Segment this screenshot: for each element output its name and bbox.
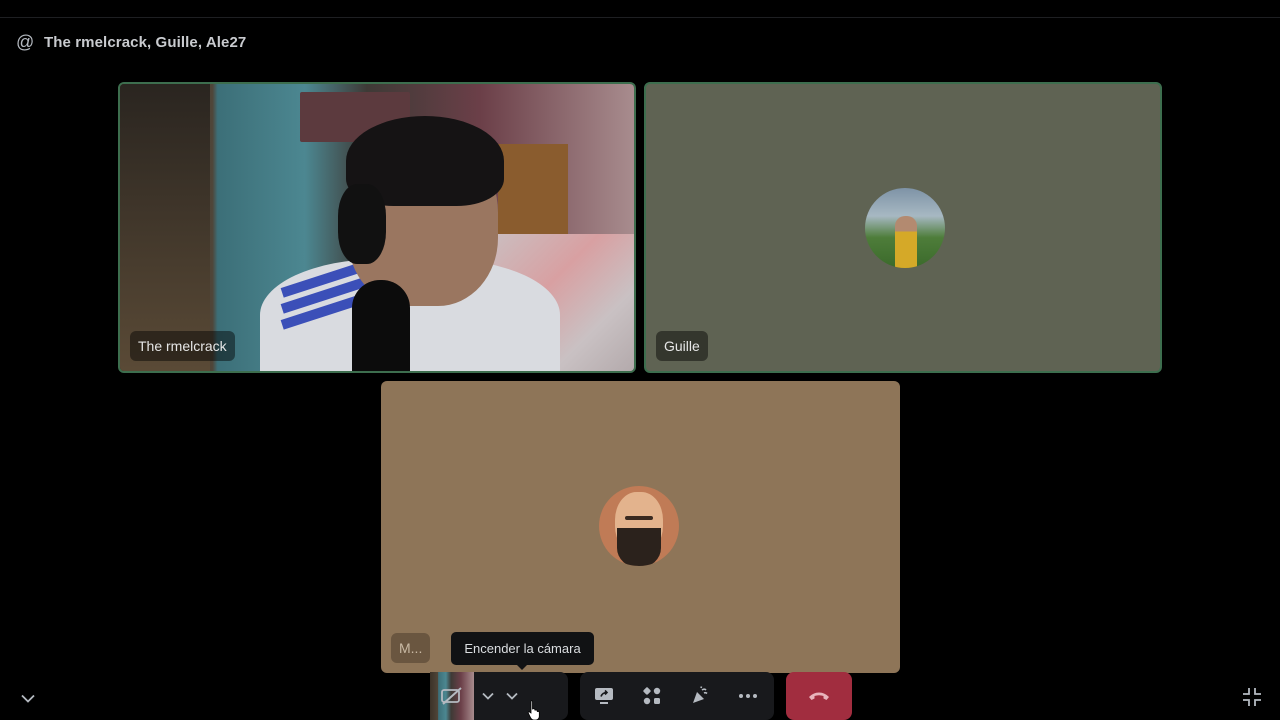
at-icon: @ [16, 32, 35, 52]
chevron-down-icon [506, 692, 518, 700]
camera-off-icon [441, 687, 462, 705]
chevron-down-icon [482, 692, 494, 700]
screen-share-icon [595, 688, 613, 704]
participant-tile-third[interactable]: M... [381, 381, 900, 673]
soundboard-button[interactable] [676, 672, 724, 720]
top-divider [0, 17, 1280, 18]
chevron-down-icon [21, 694, 35, 703]
call-controls [0, 672, 1280, 720]
participant-name-tag: Guille [656, 331, 708, 361]
leave-call-button[interactable] [786, 672, 852, 720]
camera-options-button[interactable] [500, 672, 524, 720]
more-options-button[interactable] [724, 672, 772, 720]
mouse-cursor-icon [527, 700, 540, 720]
screen-share-button[interactable] [580, 672, 628, 720]
exit-fullscreen-icon [1243, 688, 1261, 706]
participant-tile-guille[interactable]: Guille [644, 82, 1162, 373]
camera-button[interactable] [430, 672, 474, 720]
collapse-chevron-button[interactable] [18, 688, 38, 708]
hang-up-icon [809, 692, 829, 700]
call-title: The rmelcrack, Guille, Ale27 [44, 33, 247, 51]
camera-tooltip: Encender la cámara [451, 632, 594, 670]
call-header: @ The rmelcrack, Guille, Ale27 [16, 32, 246, 52]
participant-tile-rmelcrack[interactable]: The rmelcrack [118, 82, 636, 373]
participant-name-tag: M... [391, 633, 431, 663]
camera-feed [120, 84, 634, 371]
microphone-options-button[interactable] [476, 672, 500, 720]
activities-icon [643, 687, 661, 705]
avatar [599, 486, 679, 566]
more-icon [739, 694, 757, 698]
media-controls [430, 672, 568, 720]
exit-fullscreen-button[interactable] [1242, 687, 1262, 707]
avatar [865, 188, 945, 268]
activities-button[interactable] [628, 672, 676, 720]
soundboard-icon [693, 686, 708, 703]
participant-name-tag: The rmelcrack [130, 331, 235, 361]
action-controls [580, 672, 774, 720]
